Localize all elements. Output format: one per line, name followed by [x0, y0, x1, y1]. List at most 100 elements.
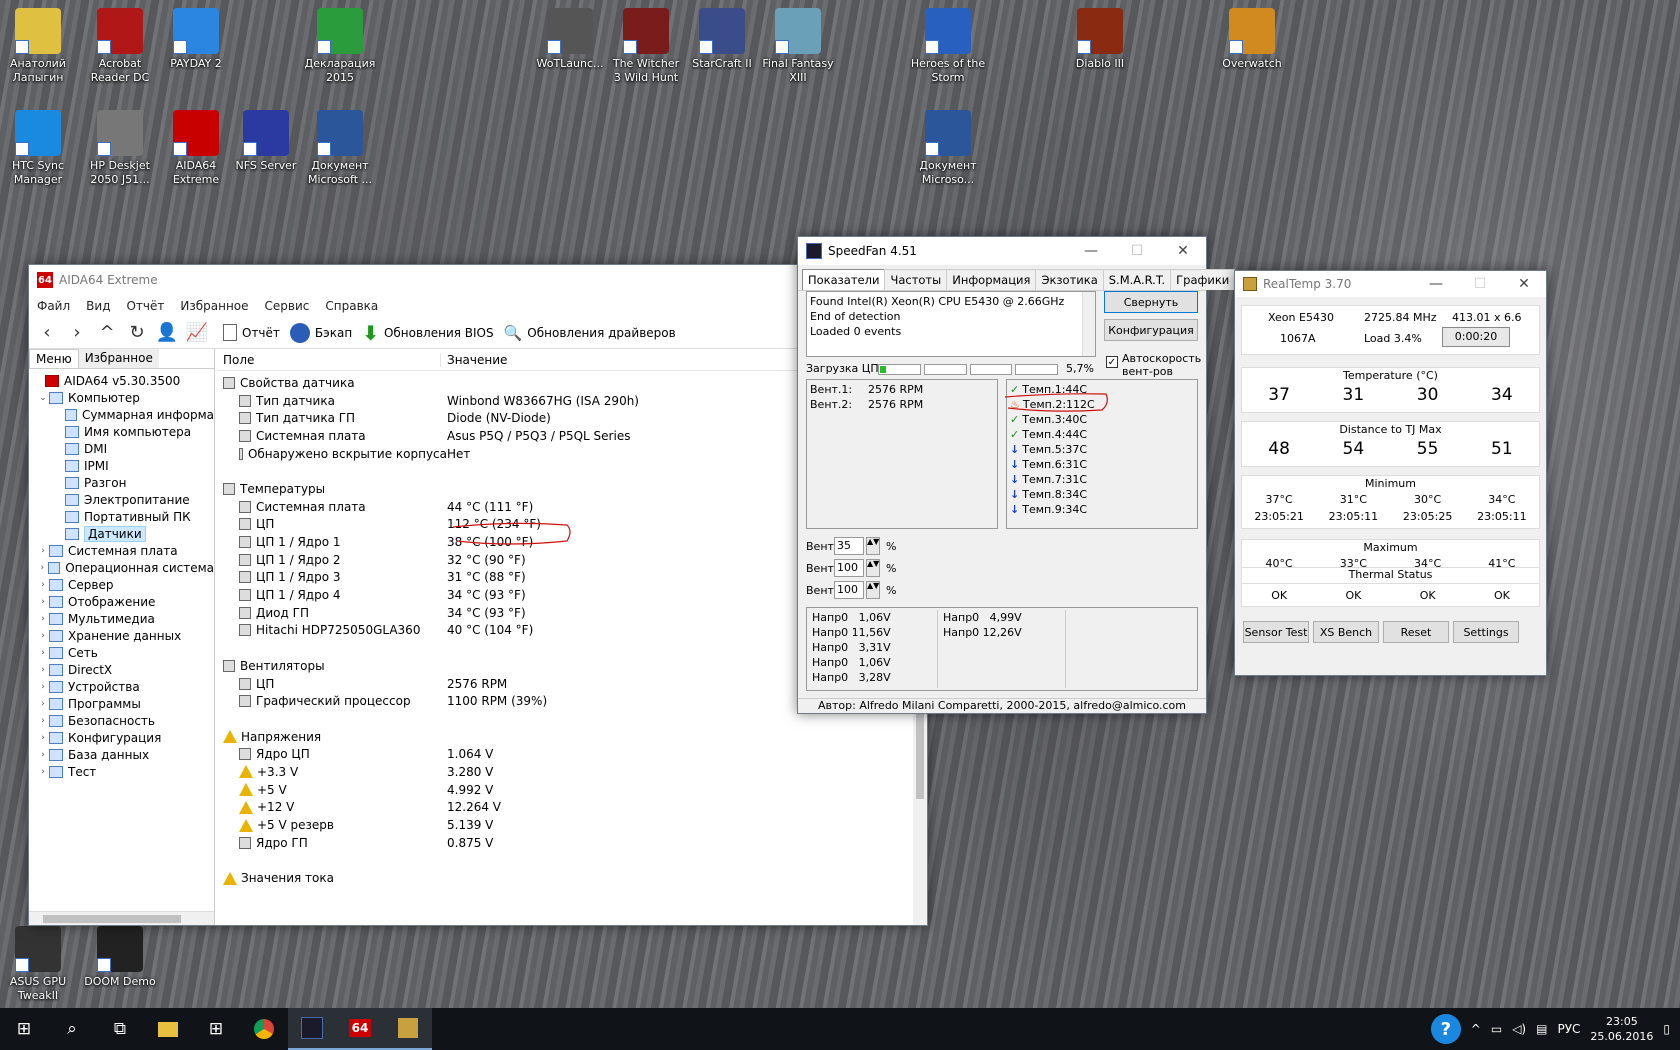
realtemp-titlebar[interactable]: RealTemp 3.70 — ☐ ✕ — [1235, 271, 1546, 297]
language-indicator[interactable]: РУС — [1557, 1022, 1580, 1036]
column-header-field[interactable]: Поле — [217, 352, 441, 367]
spinner-icon[interactable]: ▲▼ — [866, 559, 880, 577]
minimize-to-tray-button[interactable]: Свернуть — [1104, 291, 1198, 313]
tree-item[interactable]: › Хранение данных — [29, 627, 214, 644]
aida64-taskbar-icon[interactable]: 64 — [336, 1008, 384, 1050]
notifications-icon[interactable]: ▤ — [1536, 1022, 1547, 1036]
tree-expander-icon[interactable]: › — [37, 699, 49, 709]
menu-item[interactable]: Сервис — [265, 299, 310, 313]
aida64-titlebar[interactable]: 64 AIDA64 Extreme — [29, 265, 927, 295]
speedfan-titlebar[interactable]: SpeedFan 4.51 — ☐ ✕ — [798, 237, 1206, 265]
tree-item[interactable]: AIDA64 v5.30.3500 — [29, 372, 214, 389]
minimize-icon[interactable]: — — [1068, 237, 1114, 265]
tree-expander-icon[interactable]: › — [37, 614, 49, 624]
tree-scroll-thumb[interactable] — [43, 915, 181, 923]
user-icon[interactable]: 👤 — [156, 322, 178, 343]
search-icon[interactable]: ⌕ — [48, 1008, 96, 1050]
tree-expander-icon[interactable]: › — [37, 648, 49, 658]
tree-expander-icon[interactable]: › — [37, 665, 49, 675]
backup-button[interactable]: Бэкап — [289, 322, 352, 343]
start-windows-icon[interactable]: ⊞ — [0, 1008, 48, 1050]
sensor-row[interactable]: +5 V 4.992 V — [223, 781, 913, 799]
tree-item[interactable]: › Тест — [29, 763, 214, 780]
speedfan-taskbar-icon[interactable] — [288, 1008, 336, 1050]
volume-icon[interactable]: ◁) — [1512, 1022, 1526, 1036]
report-button[interactable]: Отчёт — [223, 324, 280, 341]
desktop-icon[interactable]: Документ Microsoft ... — [302, 110, 378, 187]
speedfan-tab[interactable]: Информация — [946, 269, 1037, 290]
section-header-row[interactable]: Напряжения — [223, 728, 913, 746]
column-header-value[interactable]: Значение — [441, 353, 507, 367]
realtemp-button[interactable]: XS Bench — [1313, 621, 1379, 643]
fan-speed-input[interactable]: 35 — [834, 537, 864, 555]
speedfan-tab[interactable]: Показатели — [802, 269, 886, 290]
realtemp-button[interactable]: Sensor Test — [1243, 621, 1309, 643]
tree-item[interactable]: Разгон — [29, 474, 214, 491]
realtemp-button[interactable]: Reset — [1383, 621, 1449, 643]
desktop-icon[interactable]: Документ Microso... — [910, 110, 986, 187]
log-scrollbar[interactable] — [1082, 292, 1095, 356]
tree-item[interactable]: IPMI — [29, 457, 214, 474]
tree-item[interactable]: › Безопасность — [29, 712, 214, 729]
desktop-icon[interactable]: HP Deskjet 2050 J51... — [82, 110, 158, 187]
menu-item[interactable]: Избранное — [180, 299, 248, 313]
tree-item[interactable]: › Сервер — [29, 576, 214, 593]
section-header-row[interactable]: Значения тока — [223, 869, 913, 887]
desktop-icon[interactable]: NFS Server — [228, 110, 304, 173]
tree-item[interactable]: › DirectX — [29, 661, 214, 678]
desktop-icon[interactable]: AIDA64 Extreme — [158, 110, 234, 187]
speedfan-tab[interactable]: S.M.A.R.T. — [1102, 269, 1172, 290]
configure-button[interactable]: Конфигурация — [1104, 319, 1198, 341]
clock[interactable]: 23:05 25.06.2016 — [1590, 1014, 1653, 1044]
tree-item[interactable]: Портативный ПК — [29, 508, 214, 525]
tree-expander-icon[interactable]: › — [37, 750, 49, 760]
menu-item[interactable]: Справка — [325, 299, 378, 313]
tree-expander-icon[interactable]: ⌄ — [37, 393, 49, 403]
desktop-icon[interactable]: Diablo III — [1062, 8, 1138, 71]
sensor-row[interactable]: +3.3 V 3.280 V — [223, 763, 913, 781]
tree-item[interactable]: › Отображение — [29, 593, 214, 610]
bios-update-button[interactable]: ⬇ Обновления BIOS — [362, 321, 493, 345]
speedfan-tab[interactable]: Графики — [1170, 269, 1236, 290]
desktop-icon[interactable]: Overwatch — [1214, 8, 1290, 71]
action-center-icon[interactable]: ▯ — [1663, 1022, 1670, 1036]
tab-favorites[interactable]: Избранное — [78, 349, 159, 368]
network-icon[interactable]: ▭ — [1491, 1022, 1502, 1036]
menu-item[interactable]: Вид — [86, 299, 110, 313]
up-icon[interactable]: ^ — [97, 322, 117, 343]
desktop-icon[interactable]: PAYDAY 2 — [158, 8, 234, 71]
desktop-icon[interactable]: HTC Sync Manager — [0, 110, 76, 187]
tree-item[interactable]: › Мультимедиа — [29, 610, 214, 627]
help-icon[interactable]: ? — [1430, 1014, 1461, 1044]
tree-item[interactable]: Суммарная информа — [29, 406, 214, 423]
tree-expander-icon[interactable]: › — [37, 716, 49, 726]
minimize-icon[interactable]: — — [1414, 271, 1458, 297]
desktop-icon[interactable]: ASUS GPU TweakII — [0, 926, 76, 1003]
desktop-icon[interactable]: WoTLaunc... — [532, 8, 608, 71]
realtemp-taskbar-icon[interactable] — [384, 1008, 432, 1050]
refresh-icon[interactable]: ↻ — [127, 322, 147, 343]
desktop-icon[interactable]: Heroes of the Storm — [910, 8, 986, 85]
checkbox-checked-icon[interactable]: ✓ — [1106, 356, 1118, 368]
tree-item[interactable]: Электропитание — [29, 491, 214, 508]
desktop-icon[interactable]: The Witcher 3 Wild Hunt — [608, 8, 684, 85]
tree-expander-icon[interactable]: › — [37, 733, 49, 743]
close-icon[interactable]: ✕ — [1160, 237, 1206, 265]
tree-item[interactable]: › Системная плата — [29, 542, 214, 559]
menu-item[interactable]: Отчёт — [126, 299, 164, 313]
tree-item[interactable]: ⌄ Компьютер — [29, 389, 214, 406]
tree-expander-icon[interactable]: › — [37, 631, 49, 641]
tree-item[interactable]: › Операционная система — [29, 559, 214, 576]
sensor-row[interactable]: +12 V 12.264 V — [223, 799, 913, 817]
tree-expander-icon[interactable]: › — [37, 563, 48, 573]
tree-expander-icon[interactable]: › — [37, 682, 49, 692]
speedfan-tab[interactable]: Экзотика — [1035, 269, 1104, 290]
tree-expander-icon[interactable]: › — [37, 546, 49, 556]
tree-item[interactable]: › Сеть — [29, 644, 214, 661]
tree-item[interactable]: › Программы — [29, 695, 214, 712]
desktop-icon[interactable]: Декларация 2015 — [302, 8, 378, 85]
tree-item[interactable]: Имя компьютера — [29, 423, 214, 440]
spinner-icon[interactable]: ▲▼ — [866, 537, 880, 555]
task-view-icon[interactable]: ⧉ — [96, 1008, 144, 1050]
tab-menu[interactable]: Меню — [29, 349, 79, 368]
